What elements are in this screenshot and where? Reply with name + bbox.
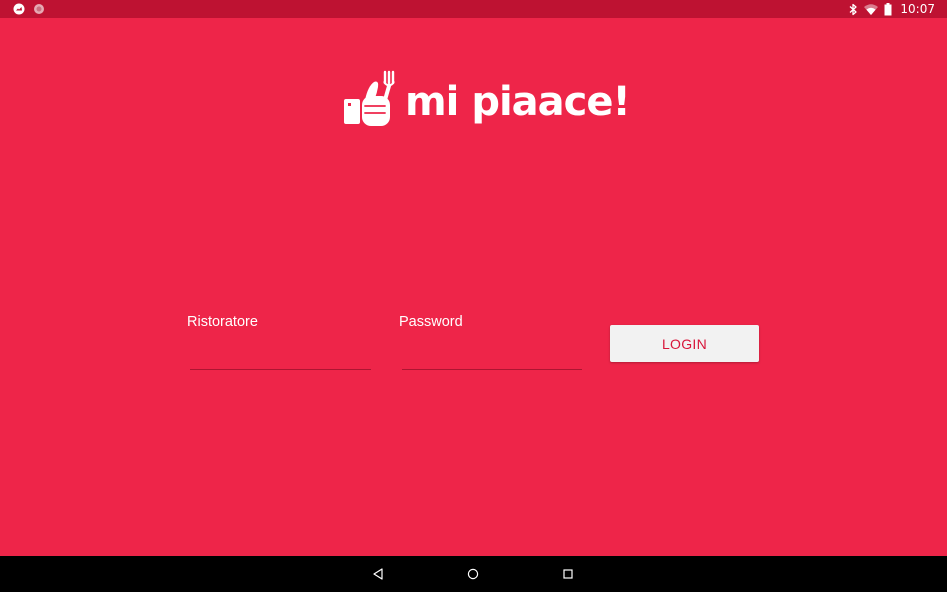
- status-bar: 10:07: [0, 0, 947, 18]
- navigation-bar: [0, 556, 947, 592]
- home-button[interactable]: [461, 562, 485, 586]
- notification-icon: [13, 3, 25, 15]
- battery-icon: [884, 2, 892, 15]
- notification-dot-icon: [34, 4, 44, 14]
- username-field: Ristoratore: [187, 314, 371, 374]
- system-status-area: 10:07: [849, 2, 935, 16]
- wifi-icon: [864, 3, 879, 15]
- thumbs-up-fork-icon: [344, 70, 395, 126]
- bluetooth-icon: [849, 3, 858, 15]
- clock: 10:07: [900, 2, 935, 16]
- password-input[interactable]: [402, 336, 582, 370]
- password-field: Password: [399, 314, 582, 374]
- notification-area: [13, 3, 45, 15]
- home-icon: [467, 568, 479, 580]
- recents-button[interactable]: [556, 562, 580, 586]
- recents-icon: [563, 569, 573, 579]
- back-icon: [373, 568, 383, 580]
- back-button[interactable]: [366, 562, 390, 586]
- username-input[interactable]: [190, 336, 371, 370]
- username-label: Ristoratore: [187, 314, 258, 330]
- login-screen: mi piaace! Ristoratore Password LOGIN: [0, 18, 947, 556]
- login-button[interactable]: LOGIN: [610, 325, 759, 362]
- logo-text: mi piaace!: [405, 79, 631, 125]
- password-label: Password: [399, 314, 463, 330]
- app-logo: mi piaace!: [341, 70, 631, 132]
